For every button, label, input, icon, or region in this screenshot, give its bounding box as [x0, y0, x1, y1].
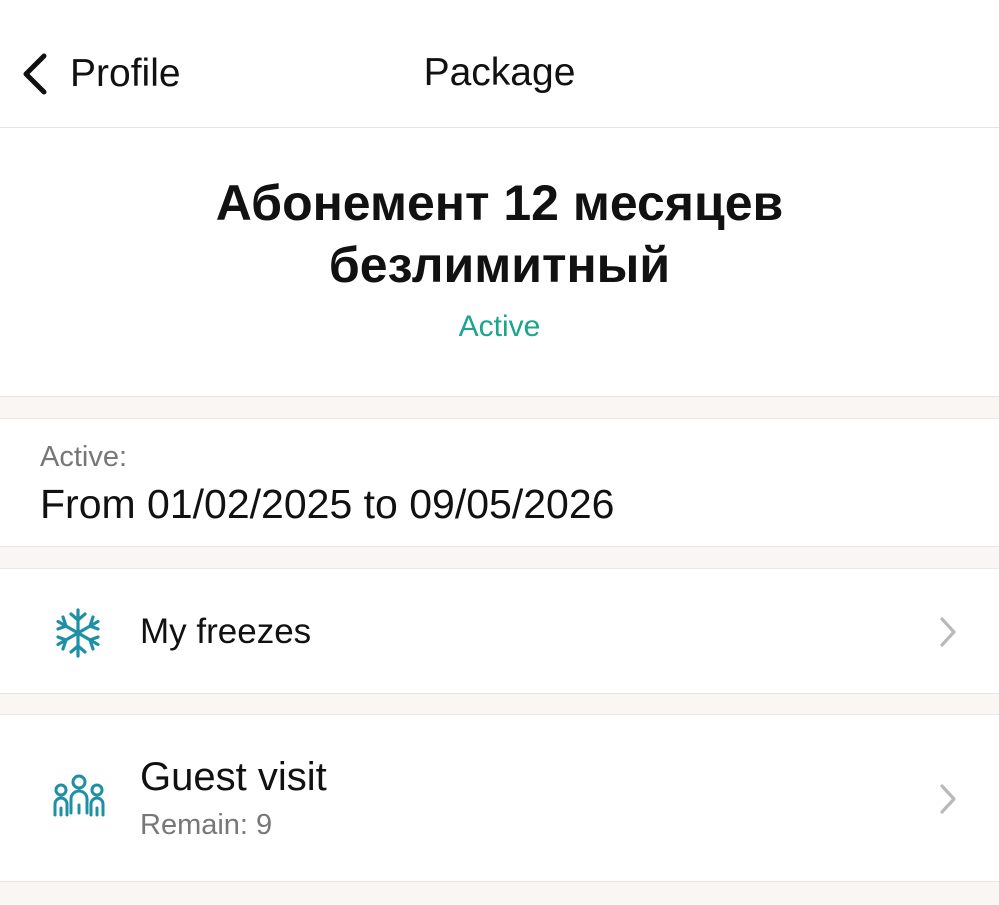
- package-status-badge: Active: [458, 310, 541, 343]
- my-freezes-row[interactable]: My freezes: [0, 568, 999, 694]
- my-freezes-label: My freezes: [140, 612, 312, 651]
- validity-card: Active: From 01/02/2025 to 09/05/2026: [0, 418, 999, 547]
- guest-visit-label: Guest visit: [140, 755, 327, 799]
- chevron-right-icon: [937, 615, 959, 654]
- validity-range: From 01/02/2025 to 09/05/2026: [40, 481, 615, 527]
- chevron-right-icon: [937, 782, 959, 821]
- package-header: Абонемент 12 месяцев безлимитный Active: [0, 128, 999, 397]
- package-name: Абонемент 12 месяцев безлимитный: [215, 175, 784, 293]
- validity-label: Active:: [40, 441, 128, 473]
- guest-visit-row[interactable]: Guest visit Remain: 9: [0, 714, 999, 882]
- snowflake-icon: [52, 607, 104, 664]
- page-title: Package: [423, 51, 576, 94]
- navigation-bar: Profile Package: [0, 0, 999, 128]
- guest-visit-remaining: Remain: 9: [140, 809, 273, 841]
- people-group-icon: [52, 773, 106, 828]
